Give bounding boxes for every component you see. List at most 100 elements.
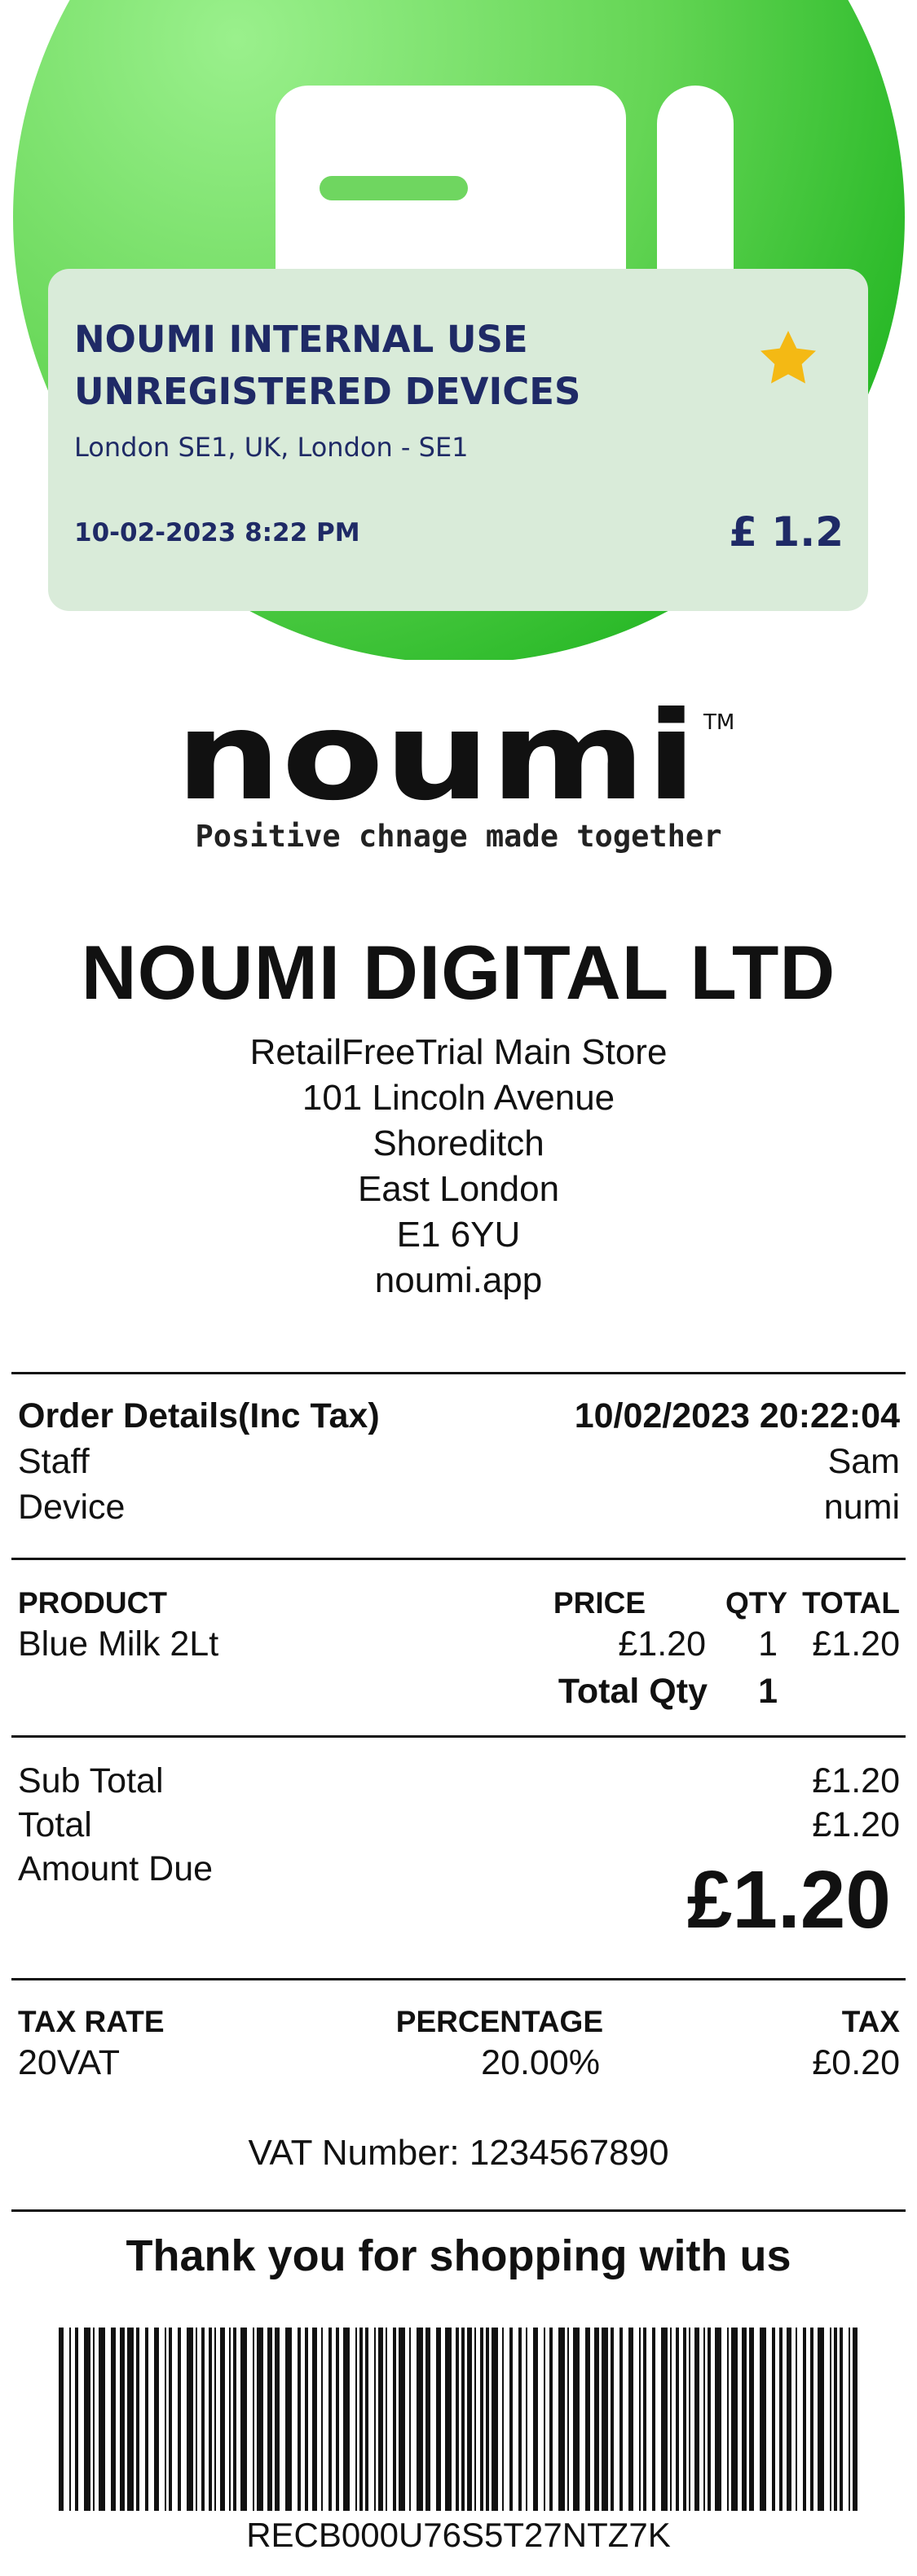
barcode-bar — [285, 2328, 292, 2511]
barcode-bar — [611, 2328, 614, 2511]
tax-rate-column-header: TAX RATE — [18, 2005, 165, 2038]
barcode-bar — [275, 2328, 280, 2511]
barcode-bar — [93, 2328, 95, 2511]
barcode-bar — [59, 2328, 64, 2511]
barcode-bar — [120, 2328, 125, 2511]
barcode-bar — [99, 2328, 105, 2511]
address-line: 101 Lincoln Avenue — [302, 1078, 615, 1118]
order-details-heading: Order Details(Inc Tax) — [18, 1396, 380, 1435]
barcode-bar — [803, 2328, 806, 2511]
barcode-bar — [480, 2328, 483, 2511]
barcode-bar — [187, 2328, 193, 2511]
address-line: E1 6YU — [396, 1215, 521, 1255]
address-line: East London — [357, 1169, 560, 1209]
total-column-header: TOTAL — [802, 1586, 900, 1620]
company-name: NOUMI DIGITAL LTD — [81, 930, 836, 1015]
item-price: £1.20 — [618, 1624, 706, 1664]
barcode-bar — [417, 2328, 423, 2511]
subtotal-row: Sub Total £1.20 — [18, 1760, 900, 1802]
total-row: Total £1.20 — [18, 1804, 900, 1846]
barcode-bar — [567, 2328, 569, 2511]
store-website[interactable]: noumi.app — [0, 1258, 917, 1303]
barcode-bar — [619, 2328, 623, 2511]
barcode-bar — [708, 2328, 711, 2511]
barcode-bar — [386, 2328, 387, 2511]
barcode-bar — [305, 2328, 308, 2511]
barcode-bar — [165, 2328, 166, 2511]
subtotal-value: £1.20 — [812, 1761, 900, 1800]
divider — [11, 1372, 906, 1374]
transaction-amount: £ 1.2 — [729, 508, 844, 556]
divider — [11, 2209, 906, 2212]
item-total: £1.20 — [812, 1624, 900, 1664]
amount-due-label: Amount Due — [18, 1849, 214, 1888]
barcode-bar — [298, 2328, 301, 2511]
device-row: Device numi — [18, 1486, 900, 1528]
vat-number: VAT Number: 1234567890 — [248, 2133, 669, 2173]
store-address-block: RetailFreeTrial Main Store 101 Lincoln A… — [0, 1030, 917, 1303]
barcode-bar — [328, 2328, 332, 2511]
barcode-bar — [321, 2328, 323, 2511]
barcode-bar — [253, 2328, 254, 2511]
receipt-barcode[interactable] — [59, 2328, 862, 2511]
barcode-bar — [694, 2328, 699, 2511]
barcode-bar — [787, 2328, 791, 2511]
total-qty-label: Total Qty — [558, 1672, 708, 1711]
barcode-number: RECB000U76S5T27NTZ7K — [246, 2516, 671, 2554]
order-details-row: Order Details(Inc Tax) 10/02/2023 20:22:… — [18, 1395, 900, 1437]
barcode-bar — [84, 2328, 90, 2511]
staff-label: Staff — [18, 1442, 90, 1481]
barcode-bar — [518, 2328, 522, 2511]
noumi-logo: noumi TM — [175, 705, 734, 811]
barcode-bar — [436, 2328, 441, 2511]
barcode-bar — [220, 2328, 225, 2511]
amount-due-value: £1.20 — [686, 1854, 891, 1945]
thank-you-message: Thank you for shopping with us — [126, 2231, 791, 2280]
barcode-bar — [661, 2328, 668, 2511]
barcode-bar — [533, 2328, 538, 2511]
barcode-bar — [209, 2328, 212, 2511]
barcode-bar — [628, 2328, 633, 2511]
barcode-bar — [355, 2328, 357, 2511]
logo-wordmark: noumi — [175, 705, 697, 811]
barcode-bar — [456, 2328, 459, 2511]
product-column-header: PRODUCT — [18, 1586, 167, 1620]
brand-tagline: Positive chnage made together — [195, 819, 722, 854]
barcode-bar — [336, 2328, 339, 2511]
barcode-bar — [69, 2328, 71, 2511]
barcode-bar — [834, 2328, 837, 2511]
price-column-header: PRICE — [553, 1586, 646, 1620]
staff-value: Sam — [827, 1442, 900, 1481]
barcode-bar — [818, 2328, 824, 2511]
barcode-bar — [467, 2328, 472, 2511]
address-line: Shoreditch — [373, 1123, 544, 1163]
barcode-bar — [178, 2328, 181, 2511]
barcode-bar — [643, 2328, 646, 2511]
total-qty-value: 1 — [758, 1672, 778, 1711]
barcode-bar — [742, 2328, 747, 2511]
barcode-bar — [760, 2328, 766, 2511]
barcode-bar — [585, 2328, 590, 2511]
barcode-bar — [365, 2328, 368, 2511]
barcode-bar — [840, 2328, 843, 2511]
receipt-hero: NOUMI INTERNAL USE UNREGISTERED DEVICES … — [0, 0, 917, 660]
barcode-bar — [796, 2328, 797, 2511]
barcode-bar — [343, 2328, 350, 2511]
barcode-bar — [749, 2328, 754, 2511]
store-address: London SE1, UK, London - SE1 — [74, 432, 469, 463]
transaction-summary-card[interactable]: NOUMI INTERNAL USE UNREGISTERED DEVICES … — [48, 269, 868, 611]
transaction-datetime: 10-02-2023 8:22 PM — [74, 518, 360, 547]
barcode-bar — [492, 2328, 498, 2511]
barcode-bar — [111, 2328, 116, 2511]
barcode-bar — [145, 2328, 148, 2511]
barcode-bar — [312, 2328, 317, 2511]
total-qty-row: Total Qty 1 — [18, 1670, 900, 1712]
barcode-bar — [169, 2328, 172, 2511]
tax-header-row: TAX RATE PERCENTAGE TAX — [18, 2001, 900, 2043]
barcode-bar — [267, 2328, 272, 2511]
barcode-bar — [257, 2328, 263, 2511]
barcode-bar — [853, 2328, 857, 2511]
barcode-bar — [670, 2328, 672, 2511]
item-qty: 1 — [758, 1624, 778, 1664]
star-icon[interactable] — [756, 326, 821, 391]
